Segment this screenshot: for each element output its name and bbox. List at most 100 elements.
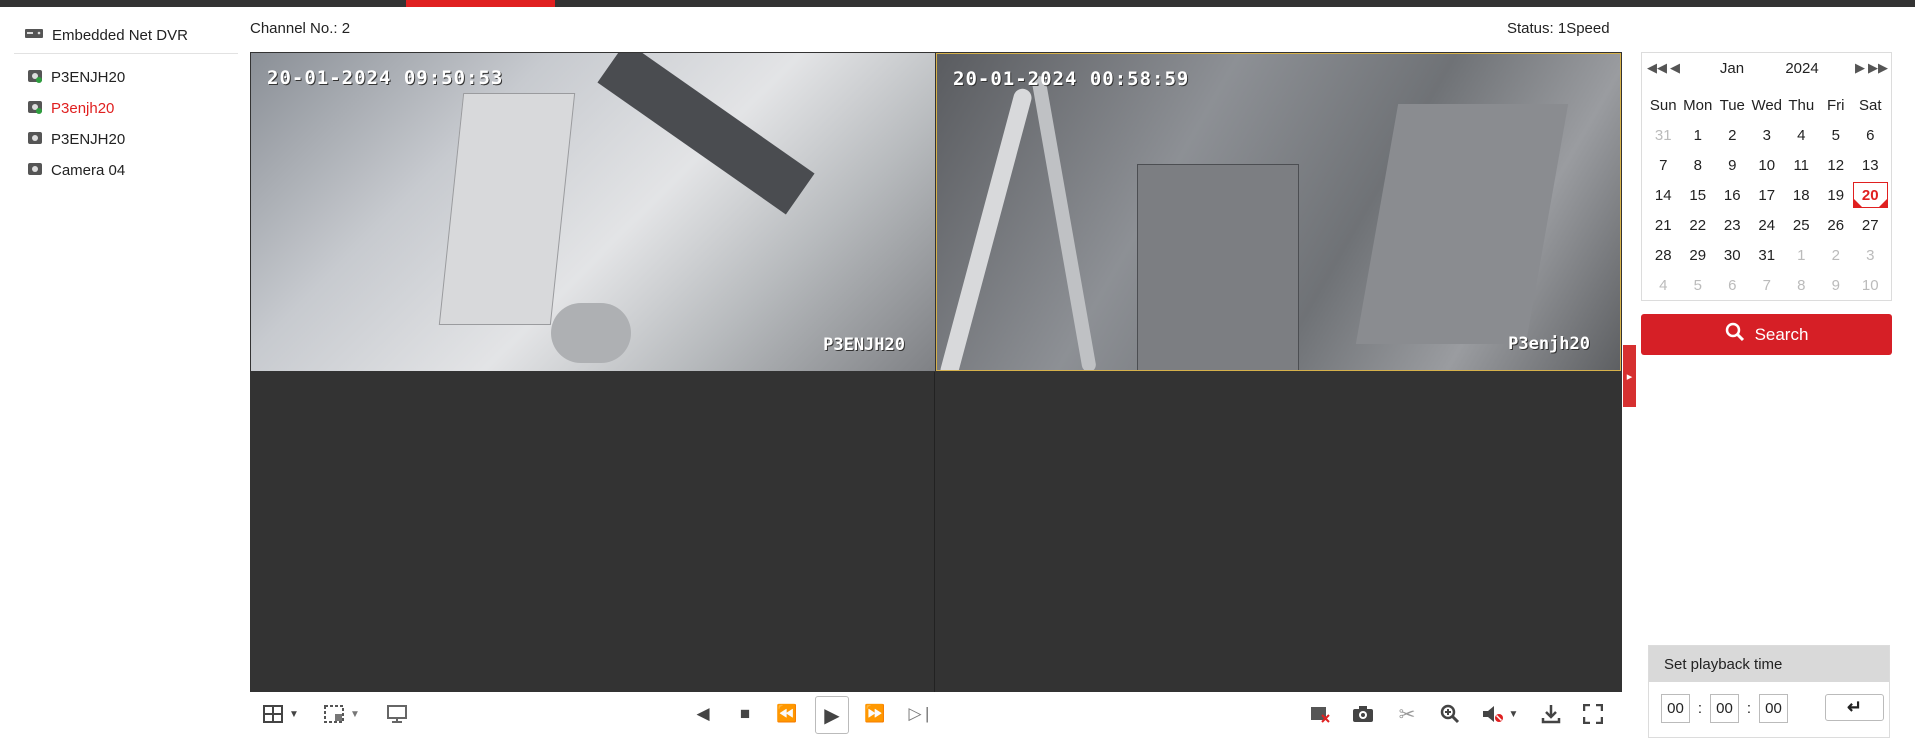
camera-item-1[interactable]: P3ENJH20 (14, 62, 238, 93)
camera-item-label: P3ENJH20 (51, 131, 126, 148)
calendar-day[interactable]: 31 (1646, 127, 1681, 144)
dropdown-arrow-icon: ▼ (289, 708, 299, 720)
speaker-muted-icon (1482, 705, 1504, 723)
calendar-day[interactable]: 3 (1750, 127, 1785, 144)
calendar-month[interactable]: Jan (1712, 60, 1752, 77)
calendar-day[interactable]: 19 (1819, 187, 1854, 204)
scene-shape (1355, 104, 1569, 344)
calendar-day[interactable]: 21 (1646, 217, 1681, 234)
camera-item-3[interactable]: P3ENJH20 (14, 124, 238, 155)
calendar-day[interactable]: 16 (1715, 187, 1750, 204)
calendar-day[interactable]: 1 (1681, 127, 1716, 144)
video-pane-3[interactable] (250, 372, 935, 692)
calendar-day[interactable]: 18 (1784, 187, 1819, 204)
video-pane-4[interactable] (936, 372, 1622, 692)
weekday-label: Wed (1751, 96, 1783, 114)
calendar-day[interactable]: 24 (1750, 217, 1785, 234)
camera-online-icon (27, 68, 43, 88)
calendar-day[interactable]: 4 (1784, 127, 1819, 144)
minute-input[interactable]: 00 (1710, 694, 1739, 723)
apply-time-button[interactable]: ↵ (1825, 694, 1884, 721)
hour-input[interactable]: 00 (1661, 694, 1690, 723)
calendar-day[interactable]: 5 (1681, 277, 1716, 294)
single-frame-button[interactable]: ▷ | (904, 699, 934, 729)
video-timestamp: 20-01-2024 09:50:53 (267, 67, 504, 89)
prev-month-icon[interactable]: ◀ (1670, 60, 1680, 76)
calendar-day[interactable]: 9 (1715, 157, 1750, 174)
calendar-day[interactable]: 13 (1853, 157, 1888, 174)
slow-down-button[interactable]: ⏪ (772, 699, 802, 729)
calendar-day[interactable]: 12 (1819, 157, 1854, 174)
calendar-day[interactable]: 6 (1853, 127, 1888, 144)
calendar-week: 31 1 2 3 4 5 6 (1646, 120, 1888, 150)
calendar-year[interactable]: 2024 (1782, 60, 1822, 77)
playback-time-panel: Set playback time 00 : 00 : 00 ↵ (1648, 645, 1890, 738)
calendar-day[interactable]: 7 (1750, 277, 1785, 294)
stop-button[interactable]: ■ (730, 699, 760, 729)
calendar-day[interactable]: 22 (1681, 217, 1716, 234)
stop-all-button[interactable] (1305, 699, 1335, 729)
calendar-week: 4 5 6 7 8 9 10 (1646, 270, 1888, 300)
calendar-day[interactable]: 23 (1715, 217, 1750, 234)
calendar-day[interactable]: 4 (1646, 277, 1681, 294)
calendar-grid: Sun Mon Tue Wed Thu Fri Sat 31 1 2 3 4 5… (1646, 90, 1888, 300)
calendar-day[interactable]: 10 (1853, 277, 1888, 294)
scene-shape (551, 303, 631, 363)
prev-year-icon[interactable]: ◀◀ (1647, 60, 1667, 76)
window-layout-button[interactable]: ▼ (260, 699, 302, 729)
calendar-day[interactable]: 30 (1715, 247, 1750, 264)
active-tab-indicator (406, 0, 555, 7)
capture-button[interactable] (1348, 699, 1378, 729)
clip-select-button[interactable]: ▼ (320, 699, 364, 729)
calendar-day[interactable]: 2 (1819, 247, 1854, 264)
calendar-day[interactable]: 10 (1750, 157, 1785, 174)
download-button[interactable] (1536, 699, 1566, 729)
digital-zoom-button[interactable] (1435, 699, 1465, 729)
calendar-day[interactable]: 11 (1784, 157, 1819, 174)
calendar-day[interactable]: 6 (1715, 277, 1750, 294)
calendar-day[interactable]: 26 (1819, 217, 1854, 234)
next-year-icon[interactable]: ▶▶ (1868, 60, 1888, 76)
fullscreen-icon (1583, 704, 1603, 724)
video-pane-2[interactable]: 20-01-2024 00:58:59 P3enjh20 (936, 53, 1621, 371)
calendar-week: 7 8 9 10 11 12 13 (1646, 150, 1888, 180)
play-button[interactable]: ▶ (815, 696, 849, 734)
calendar-day[interactable]: 9 (1819, 277, 1854, 294)
collapse-panel-button[interactable]: ▸ (1623, 345, 1636, 407)
calendar-day-selected[interactable]: 20 (1853, 182, 1888, 208)
calendar-day[interactable]: 29 (1681, 247, 1716, 264)
fullscreen-button[interactable] (1578, 699, 1608, 729)
calendar-day[interactable]: 3 (1853, 247, 1888, 264)
calendar-day[interactable]: 7 (1646, 157, 1681, 174)
calendar-day[interactable]: 14 (1646, 187, 1681, 204)
play-icon: ▶ (824, 704, 840, 727)
calendar-day[interactable]: 8 (1784, 277, 1819, 294)
reverse-button[interactable]: ◀ (688, 699, 718, 729)
device-root[interactable]: Embedded Net DVR (14, 22, 238, 48)
calendar-day[interactable]: 27 (1853, 217, 1888, 234)
calendar-day[interactable]: 5 (1819, 127, 1854, 144)
time-separator: : (1697, 700, 1703, 717)
weekday-row: Sun Mon Tue Wed Thu Fri Sat (1646, 90, 1888, 120)
calendar-day[interactable]: 1 (1784, 247, 1819, 264)
speed-up-button[interactable]: ⏩ (860, 699, 890, 729)
clip-button[interactable]: ✂ (1392, 699, 1422, 729)
rewind-icon: ⏪ (776, 704, 798, 723)
calendar-week: 21 22 23 24 25 26 27 (1646, 210, 1888, 240)
calendar-day[interactable]: 15 (1681, 187, 1716, 204)
camera-item-2[interactable]: P3enjh20 (14, 93, 238, 124)
video-pane-1[interactable]: 20-01-2024 09:50:53 P3ENJH20 (251, 53, 935, 371)
video-wall-button[interactable] (382, 699, 412, 729)
second-input[interactable]: 00 (1759, 694, 1788, 723)
calendar-day[interactable]: 25 (1784, 217, 1819, 234)
calendar-day[interactable]: 31 (1750, 247, 1785, 264)
audio-button[interactable]: ▼ (1478, 699, 1522, 729)
dropdown-arrow-icon: ▼ (350, 708, 360, 720)
calendar-day[interactable]: 8 (1681, 157, 1716, 174)
search-button[interactable]: Search (1641, 314, 1892, 355)
next-month-icon[interactable]: ▶ (1855, 60, 1865, 76)
camera-item-4[interactable]: Camera 04 (14, 155, 238, 186)
calendar-day[interactable]: 17 (1750, 187, 1785, 204)
calendar-day[interactable]: 2 (1715, 127, 1750, 144)
calendar-day[interactable]: 28 (1646, 247, 1681, 264)
